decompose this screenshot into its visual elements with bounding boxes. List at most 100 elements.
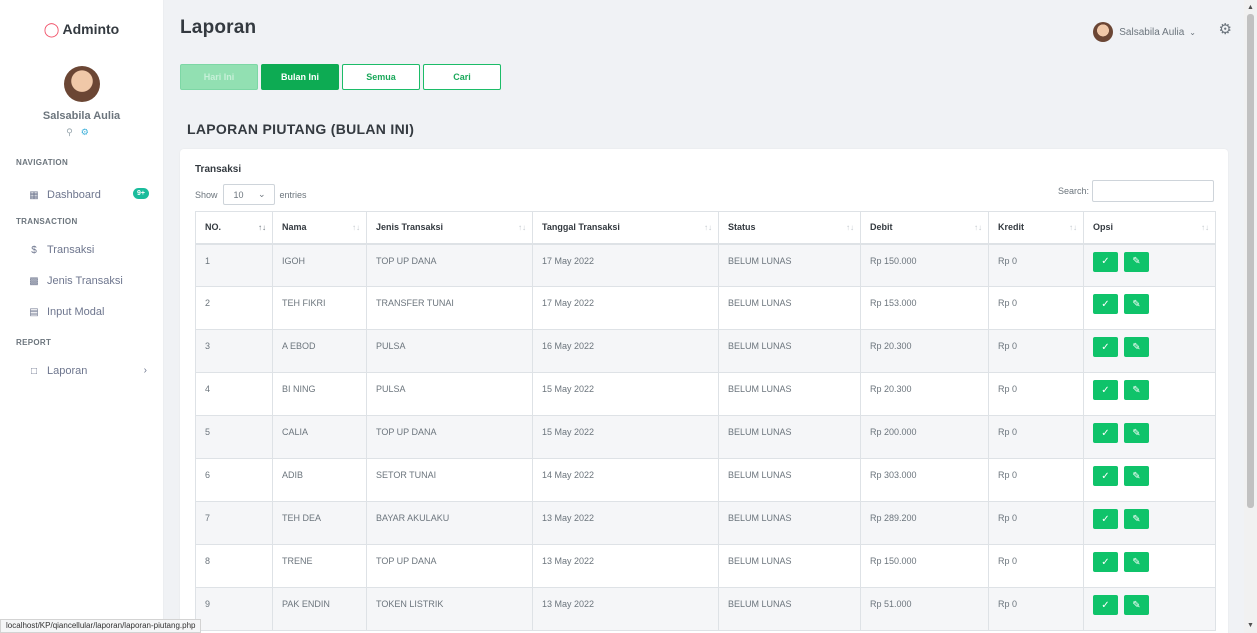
check-circle-icon[interactable]: ✓: [1093, 380, 1118, 400]
table-row: 1 IGOH TOP UP DANA 17 May 2022 BELUM LUNAS Rp…: [195, 243, 1216, 287]
scroll-down-arrow-icon[interactable]: ▼: [1247, 622, 1254, 629]
cell-kredit: Rp 0: [988, 501, 1084, 545]
scroll-up-arrow-icon[interactable]: ▲: [1247, 4, 1254, 11]
column-header-status[interactable]: Status ↑↓: [718, 211, 861, 245]
cell-tanggal-transaksi: 17 May 2022: [532, 243, 719, 287]
cell-jenis-transaksi: TOP UP DANA: [366, 243, 533, 287]
settings-icon[interactable]: ⚙: [81, 127, 97, 137]
table-row: 9 PAK ENDIN TOKEN LISTRIK 13 May 2022 BELUM …: [195, 587, 1216, 631]
edit-icon[interactable]: ✎: [1124, 251, 1149, 272]
edit-icon[interactable]: ✎: [1124, 380, 1149, 400]
sidebar-item-label: Input Modal: [47, 306, 105, 318]
cari-button[interactable]: Cari: [423, 64, 501, 90]
cell-status: BELUM LUNAS: [718, 415, 861, 459]
column-header-nama[interactable]: Nama ↑↓: [272, 211, 367, 245]
edit-icon[interactable]: ✎: [1124, 423, 1149, 443]
check-circle-icon[interactable]: ✓: [1093, 509, 1118, 529]
edit-icon[interactable]: ✎: [1124, 509, 1149, 529]
logo-text: Adminto: [62, 21, 120, 37]
check-circle-icon[interactable]: ✓: [1093, 466, 1118, 486]
cell-debit: Rp 289.200: [860, 501, 989, 545]
cell-kredit: Rp 0: [988, 415, 1084, 459]
transaksi-card: Transaksi Show 10 ⌄ entries Search: NO. ↑…: [180, 149, 1228, 633]
avatar[interactable]: [63, 66, 100, 102]
check-circle-icon[interactable]: ✓: [1093, 423, 1118, 443]
search-input[interactable]: [1092, 180, 1214, 202]
check-circle-icon[interactable]: ✓: [1093, 337, 1118, 357]
dollar-icon: $: [31, 244, 37, 256]
cell-no: 1: [195, 243, 273, 287]
sort-icon: ↑↓: [1069, 223, 1077, 232]
sidebar-item-laporan[interactable]: □ Laporan ›: [0, 361, 163, 381]
cell-tanggal-transaksi: 17 May 2022: [532, 286, 719, 330]
chevron-right-icon: ›: [143, 365, 147, 376]
chevron-down-icon: ⌄: [1189, 27, 1196, 37]
edit-icon[interactable]: ✎: [1124, 294, 1149, 314]
page-title: Laporan: [180, 17, 257, 38]
user-icon[interactable]: ⚲: [66, 127, 81, 137]
table-row: 7 TEH DEA BAYAR AKULAKU 13 May 2022 BELUM LU…: [195, 501, 1216, 545]
column-header-no[interactable]: NO. ↑↓: [195, 211, 273, 245]
cell-kredit: Rp 0: [988, 544, 1084, 588]
sidebar-item-transaksi[interactable]: $ Transaksi: [0, 240, 163, 260]
transaksi-table: NO. ↑↓ Nama ↑↓ Jenis Transaksi ↑↓ Tanggal T…: [195, 211, 1216, 631]
cell-jenis-transaksi: TOKEN LISTRIK: [366, 587, 533, 631]
check-circle-icon[interactable]: ✓: [1093, 595, 1118, 615]
column-header-opsi[interactable]: Opsi ↑↓: [1083, 211, 1216, 245]
file-icon: □: [30, 365, 38, 377]
show-label: Show: [195, 189, 218, 200]
cell-debit: Rp 51.000: [860, 587, 989, 631]
cell-kredit: Rp 0: [988, 329, 1084, 373]
cell-opsi: ✓ ✎: [1083, 458, 1216, 502]
check-circle-icon[interactable]: ✓: [1093, 294, 1118, 314]
check-circle-icon[interactable]: ✓: [1093, 251, 1118, 272]
column-header-tanggal-transaksi[interactable]: Tanggal Transaksi ↑↓: [532, 211, 719, 245]
cell-no: 5: [195, 415, 273, 459]
logo[interactable]: ◯ Adminto: [0, 0, 163, 58]
cell-no: 4: [195, 372, 273, 416]
notification-badge: 9+: [133, 188, 149, 199]
cell-debit: Rp 150.000: [860, 544, 989, 588]
cell-opsi: ✓ ✎: [1083, 544, 1216, 588]
sidebar-item-dashboard[interactable]: ▦ Dashboard 9+: [0, 185, 163, 205]
edit-icon[interactable]: ✎: [1124, 466, 1149, 486]
hari-ini-button[interactable]: Hari Ini: [180, 64, 258, 90]
cell-jenis-transaksi: BAYAR AKULAKU: [366, 501, 533, 545]
edit-icon[interactable]: ✎: [1124, 552, 1149, 572]
semua-button[interactable]: Semua: [342, 64, 420, 90]
cell-opsi: ✓ ✎: [1083, 587, 1216, 631]
column-header-kredit[interactable]: Kredit ↑↓: [988, 211, 1084, 245]
column-header-debit[interactable]: Debit ↑↓: [860, 211, 989, 245]
edit-icon[interactable]: ✎: [1124, 337, 1149, 357]
gear-icon[interactable]: ⚙: [1219, 20, 1232, 38]
menu-title-transaction: TRANSACTION: [16, 217, 78, 226]
page-scrollbar[interactable]: ▲ ▼: [1244, 0, 1257, 633]
cell-nama: BI NING: [272, 372, 367, 416]
edit-icon[interactable]: ✎: [1124, 595, 1149, 615]
grid-icon: ▦: [29, 189, 39, 201]
cell-opsi: ✓ ✎: [1083, 415, 1216, 459]
cell-nama: ADIB: [272, 458, 367, 502]
user-menu-name: Salsabila Aulia: [1119, 26, 1185, 38]
sort-icon: ↑↓: [258, 223, 266, 232]
table-row: 8 TRENE TOP UP DANA 13 May 2022 BELUM LUNAS R…: [195, 544, 1216, 588]
card-title: Transaksi: [195, 164, 242, 175]
cell-nama: TRENE: [272, 544, 367, 588]
cell-nama: IGOH: [272, 243, 367, 287]
entries-select[interactable]: 10 ⌄: [222, 184, 275, 205]
sidebar-user-name[interactable]: Salsabila Aulia: [0, 110, 163, 122]
cell-no: 3: [195, 329, 273, 373]
cell-status: BELUM LUNAS: [718, 243, 861, 287]
scroll-thumb[interactable]: [1247, 14, 1254, 508]
sidebar-item-input-modal[interactable]: ▤ Input Modal: [0, 302, 163, 322]
table-row: 6 ADIB SETOR TUNAI 14 May 2022 BELUM LUNAS Rp…: [195, 458, 1216, 502]
sort-icon: ↑↓: [704, 223, 712, 232]
user-menu[interactable]: Salsabila Aulia ⌄: [1093, 22, 1196, 42]
cell-jenis-transaksi: TOP UP DANA: [366, 544, 533, 588]
sidebar-item-jenis-transaksi[interactable]: ▩ Jenis Transaksi: [0, 271, 163, 291]
column-header-jenis-transaksi[interactable]: Jenis Transaksi ↑↓: [366, 211, 533, 245]
cell-tanggal-transaksi: 13 May 2022: [532, 501, 719, 545]
bulan-ini-button[interactable]: Bulan Ini: [261, 64, 339, 90]
apps-icon: ▩: [29, 275, 39, 287]
check-circle-icon[interactable]: ✓: [1093, 552, 1118, 572]
